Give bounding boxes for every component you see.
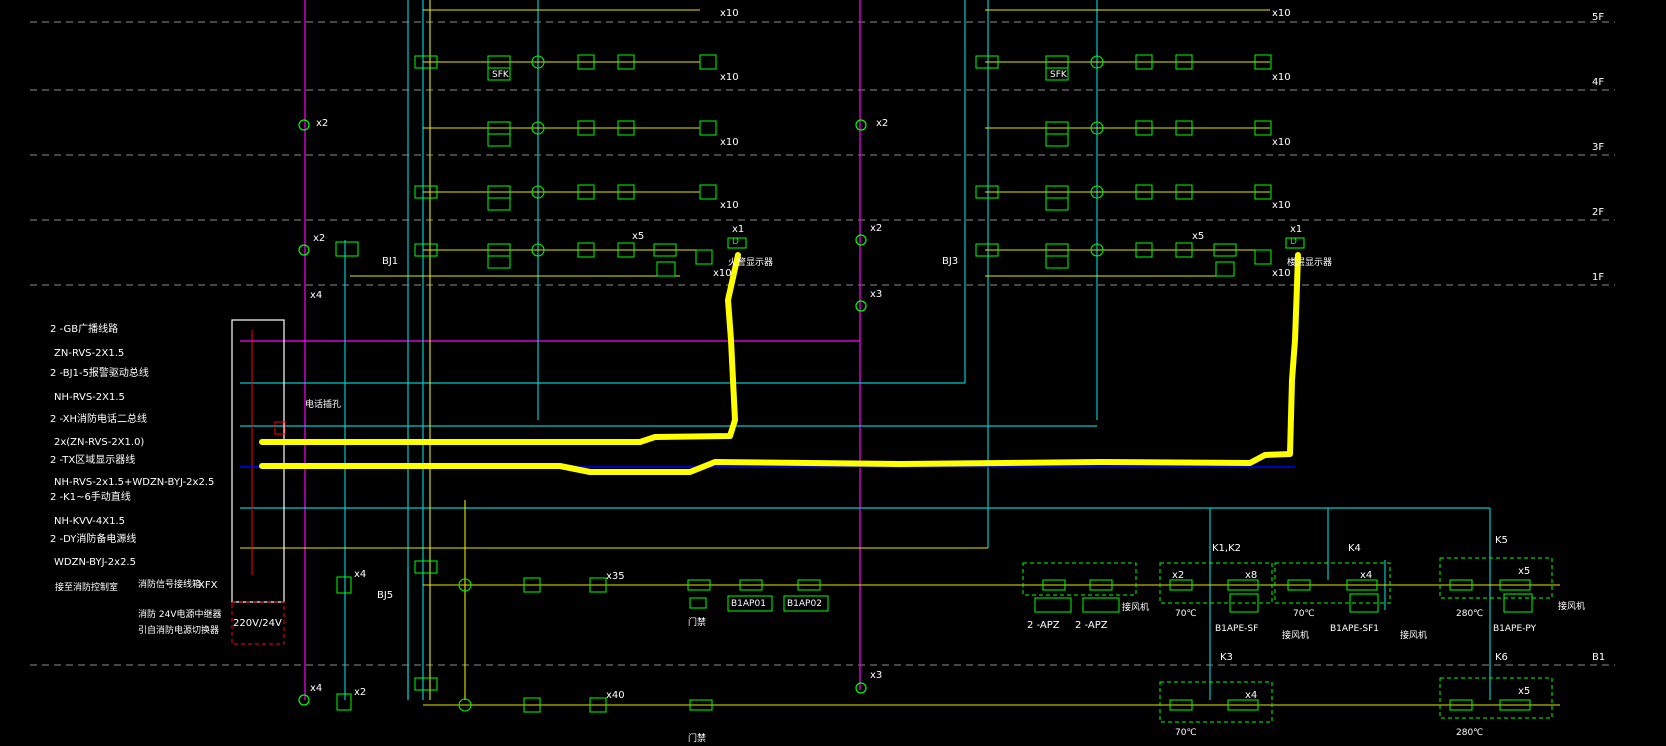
relay-label: 消防 24V电源中继器 [138, 610, 222, 620]
py-label: B1APE-PY [1493, 624, 1537, 634]
door-label-2: 门禁 [688, 734, 707, 744]
legend-row: 2 -TX区域显示器线 [50, 455, 136, 466]
qty-label: x10 [1272, 268, 1291, 279]
yellow-bus [240, 0, 1560, 706]
qty-label: x2 [354, 687, 367, 698]
qty-label: x1 [732, 224, 745, 235]
cyan-bus [240, 0, 1491, 700]
qty-label: x10 [1272, 72, 1291, 83]
qty-label: x35 [606, 571, 625, 582]
legend-row: NH-RVS-2X1.5 [54, 392, 125, 403]
qty-label: x5 [1518, 566, 1531, 577]
floor-label-2f: 2F [1592, 207, 1605, 218]
apz-label: 2 -APZ [1027, 620, 1060, 631]
d-label: D [1290, 237, 1297, 247]
bj3-label: BJ3 [942, 256, 959, 267]
fan-label: 接风机 [1558, 602, 1586, 612]
qty-label: x2 [313, 233, 326, 244]
qty-label: x10 [720, 8, 739, 19]
bj1-label: BJ1 [382, 256, 399, 267]
qty-label: x10 [713, 268, 732, 279]
fan-label: 接风机 [1400, 631, 1428, 641]
qty-label: x4 [354, 569, 367, 580]
ap02-label: B1AP02 [787, 599, 822, 609]
highlight-stroke [259, 252, 1301, 475]
phone-box-label: 电话插孔 [305, 400, 342, 410]
legend-row: NH-KVV-4X1.5 [54, 516, 125, 527]
qty-label: x2 [876, 118, 889, 129]
floor-label-5f: 5F [1592, 12, 1605, 23]
qty-label: x4 [310, 290, 323, 301]
k5-label: K5 [1495, 535, 1508, 546]
d-label: D [732, 237, 739, 247]
qty-label: x1 [1290, 224, 1303, 235]
floor-label-4f: 4F [1592, 77, 1605, 88]
qty-label: x10 [1272, 8, 1291, 19]
fan-label: 接风机 [1122, 603, 1150, 613]
legend-row: ZN-RVS-2X1.5 [54, 348, 125, 359]
signal-box-label: 消防信号接线箱 [138, 580, 202, 590]
control-box [231, 319, 286, 645]
temp-label: 70℃ [1175, 728, 1197, 738]
door-label: 门禁 [688, 618, 707, 628]
k6-label: K6 [1495, 652, 1508, 663]
voltage-label: 220V/24V [233, 618, 282, 629]
legend-row: 2 -DY消防备电源线 [50, 534, 137, 545]
qty-label: x2 [1172, 570, 1185, 581]
floor-label-b1: B1 [1592, 652, 1606, 663]
ap01-label: B1AP01 [731, 599, 766, 609]
qty-label: x5 [1518, 686, 1531, 697]
qty-label: x10 [1272, 137, 1291, 148]
k1k2-label: K1,K2 [1212, 543, 1242, 554]
temp-label: 280℃ [1456, 728, 1484, 738]
qty-label: x3 [870, 289, 883, 300]
temp-label: 70℃ [1175, 609, 1197, 619]
k4-label: K4 [1348, 543, 1361, 554]
floor-label-3f: 3F [1592, 142, 1605, 153]
switch-label: 引自消防电源切换器 [138, 626, 220, 636]
qty-label: x5 [632, 231, 645, 242]
legend-footer: 接至消防控制室 [55, 583, 119, 593]
qty-label: x4 [310, 683, 323, 694]
broadcast-riser [240, 0, 861, 700]
k3-label: K3 [1220, 652, 1233, 663]
qty-label: x40 [606, 690, 625, 701]
qty-label: x4 [1360, 570, 1373, 581]
sf-label: B1APE-SF [1215, 624, 1259, 634]
apz-label: 2 -APZ [1075, 620, 1108, 631]
qty-label: x5 [1192, 231, 1205, 242]
qty-label: x8 [1245, 570, 1258, 581]
legend-row: 2 -XH消防电话二总线 [50, 414, 148, 425]
floor-label-1f: 1F [1592, 272, 1605, 283]
floor-lines [30, 21, 1615, 666]
qty-label: x2 [316, 118, 329, 129]
sf1-label: B1APE-SF1 [1330, 624, 1380, 634]
xfx-label: XFX [198, 580, 218, 591]
bj5-label: BJ5 [377, 590, 394, 601]
qty-label: x3 [870, 670, 883, 681]
qty-label: x4 [1245, 690, 1258, 701]
temp-label: 280℃ [1456, 609, 1484, 619]
sfk-label: SFK [1050, 70, 1067, 80]
legend-row: 2 -BJ1-5报警驱动总线 [50, 368, 149, 379]
legend-row: NH-RVS-2x1.5+WDZN-BYJ-2x2.5 [54, 477, 215, 488]
legend-row: WDZN-BYJ-2x2.5 [54, 557, 136, 568]
fan-label: 接风机 [1282, 631, 1310, 641]
qty-label: x10 [1272, 200, 1291, 211]
sfk-label: SFK [492, 70, 509, 80]
floor-display-label: 楼层显示器 [1287, 258, 1333, 268]
legend-row: 2 -GB广播线路 [50, 324, 119, 335]
legend-row: 2x(ZN-RVS-2X1.0) [54, 437, 145, 448]
temp-label: 70℃ [1293, 609, 1315, 619]
speaker-icons [298, 119, 867, 706]
qty-label: x2 [870, 223, 883, 234]
qty-label: x10 [720, 200, 739, 211]
legend-row: 2 -K1~6手动直线 [50, 492, 131, 503]
qty-label: x10 [720, 72, 739, 83]
qty-label: x10 [720, 137, 739, 148]
zone-display-label: 火警显示器 [728, 258, 774, 268]
